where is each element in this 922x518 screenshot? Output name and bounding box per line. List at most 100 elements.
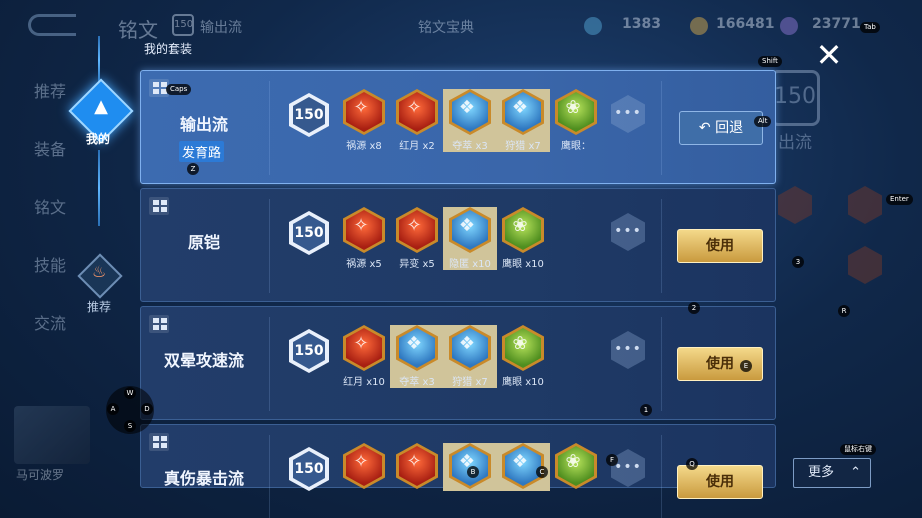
rune-slot[interactable]: ✧ — [390, 443, 444, 491]
bg-rune-icon — [848, 246, 882, 284]
red-rune-icon: ✧ — [396, 207, 438, 253]
rune-label: 红月 x2 — [399, 141, 435, 152]
bg-left-item-equipment: 装备 — [34, 140, 67, 159]
rune-slot[interactable]: ✧ — [337, 443, 391, 491]
rune-set-name: 双晕攻速流 — [163, 351, 244, 370]
rune-slot[interactable]: ✧ 祸源 x5 — [337, 207, 391, 270]
red-rune-icon: ✧ — [343, 325, 385, 371]
back-arrow-icon — [28, 14, 76, 36]
key-hint-1: 1 — [640, 404, 652, 416]
grid-icon[interactable] — [149, 315, 169, 333]
use-button[interactable]: 使用 — [677, 229, 763, 263]
lane-tag: 发育路 — [179, 141, 225, 162]
rune-slot[interactable]: ✧ 红月 x10 — [337, 325, 391, 388]
key-hint-r: R — [838, 305, 850, 317]
undo-icon: ↶ — [698, 120, 716, 136]
key-hint-f: F — [606, 454, 618, 466]
grid-icon[interactable] — [149, 197, 169, 215]
divider — [269, 317, 270, 411]
divider — [661, 435, 662, 518]
rune-slot[interactable]: ❀ — [549, 443, 603, 491]
background-topbar: 铭文 150 输出流 铭文宝典 1383 166481 23771 — [0, 0, 922, 44]
rune-slot[interactable]: ❖ 狩猎 x7 — [443, 325, 497, 388]
blue-rune-icon: ❖ — [449, 207, 491, 253]
more-runes-icon[interactable]: ••• — [611, 213, 645, 251]
revert-button[interactable]: ↶ 回退 — [679, 111, 763, 145]
blue-rune-icon: ❖ — [396, 325, 438, 371]
rune-label: 鹰眼 x10 — [502, 259, 544, 270]
key-hint-w: W — [124, 387, 136, 399]
rune-level-badge: 150 — [289, 447, 329, 491]
panel-title: 我的套装 — [144, 42, 193, 56]
more-runes-icon[interactable]: ••• — [611, 95, 645, 133]
more-runes-icon[interactable]: ••• — [611, 331, 645, 369]
rune-slot[interactable]: ❖ 夺萃 x3 — [443, 89, 497, 152]
rune-label: 祸源 x5 — [346, 259, 382, 270]
rune-set-name: 输出流 — [179, 115, 228, 134]
nav-tab-my-label: 我的 — [86, 132, 111, 146]
nav-line — [98, 36, 100, 84]
shirt-icon: ▲ — [94, 96, 108, 117]
red-rune-icon: ✧ — [396, 443, 438, 489]
key-hint-right-mouse: 鼠标右键 — [840, 444, 876, 455]
rune-label: 红月 x10 — [343, 377, 385, 388]
rune-set-card[interactable]: 输出流发育路 150 ✧ 祸源 x8 ✧ 红月 x2 ❖ 夺萃 x3 ❖ 狩猎 x7 ❀ 鹰眼： •••… — [140, 70, 776, 184]
bg-left-item-runes: 铭文 — [34, 198, 67, 217]
rune-level-value: 150 — [293, 333, 325, 369]
key-hint-enter: Enter — [886, 194, 913, 205]
rune-set-card[interactable]: 真伤暴击流 150 ✧ ✧ ❖ ❖ ❀ ••• 使用 — [140, 424, 776, 518]
background-subtitle: 输出流 — [200, 20, 242, 36]
green-rune-icon: ❀ — [555, 89, 597, 135]
rune-set-card[interactable]: 双晕攻速流 150 ✧ 红月 x10 ❖ 夺萃 x3 ❖ 狩猎 x7 ❀ 鹰眼 x10 ••• 使用 — [140, 306, 776, 420]
grid-icon[interactable] — [149, 433, 169, 451]
rune-set-card[interactable]: 原铠 150 ✧ 祸源 x5 ✧ 异变 x5 ❖ 隐匿 x10 ❀ 鹰眼 x10 ••• 使用 — [140, 188, 776, 302]
rune-slot[interactable]: ❖ 狩猎 x7 — [496, 89, 550, 152]
divider — [661, 81, 662, 175]
coupon-icon — [584, 17, 602, 35]
hero-portrait — [14, 406, 90, 464]
rune-level-value: 150 — [293, 451, 325, 487]
rune-slot[interactable]: ✧ 异变 x5 — [390, 207, 444, 270]
close-icon[interactable]: ✕ — [812, 39, 846, 74]
chevron-up-icon: ⌃ — [850, 465, 862, 480]
key-hint-tab: Tab — [860, 22, 880, 33]
use-button[interactable]: 使用 — [677, 465, 763, 499]
more-button[interactable]: 更多 ⌃ — [793, 458, 871, 488]
green-rune-icon: ❀ — [502, 325, 544, 371]
rune-slot[interactable]: ✧ 祸源 x8 — [337, 89, 391, 152]
key-hint-3: 3 — [792, 256, 804, 268]
key-hint-b: B — [467, 466, 479, 478]
blue-rune-icon: ❖ — [449, 89, 491, 135]
rune-slot[interactable]: ❖ 隐匿 x10 — [443, 207, 497, 270]
rune-slot[interactable]: ✧ 红月 x2 — [390, 89, 444, 152]
rune-level-value: 150 — [293, 97, 325, 133]
key-hint-shift: Shift — [758, 56, 782, 67]
rune-slot[interactable]: ❀ 鹰眼 x10 — [496, 207, 550, 270]
rune-label: 鹰眼 x10 — [502, 377, 544, 388]
divider — [661, 317, 662, 411]
green-rune-icon: ❀ — [555, 443, 597, 489]
rune-label: 祸源 x8 — [346, 141, 382, 152]
blue-rune-icon: ❖ — [449, 325, 491, 371]
bg-left-item-recommend: 推荐 — [34, 82, 67, 101]
rune-slot[interactable]: ❖ 夺萃 x3 — [390, 325, 444, 388]
key-hint-s: S — [124, 420, 136, 432]
key-hint-z: Z — [187, 163, 199, 175]
button-label: 回退 — [715, 120, 744, 136]
rune-label: 夺萃 x3 — [399, 377, 435, 388]
background-title: 铭文 — [118, 18, 158, 42]
currency3-value: 23771 — [812, 16, 861, 32]
rune-slot[interactable]: ❀ 鹰眼 x10 — [496, 325, 550, 388]
divider — [269, 81, 270, 175]
button-label: 使用 — [706, 474, 734, 490]
divider — [269, 199, 270, 293]
green-rune-icon: ❀ — [502, 207, 544, 253]
rune-label: 异变 x5 — [399, 259, 435, 270]
rune-slot[interactable]: ❀ 鹰眼： — [549, 89, 603, 152]
key-hint-d: D — [141, 403, 153, 415]
red-rune-icon: ✧ — [343, 443, 385, 489]
rune-level-badge: 150 — [289, 93, 329, 137]
key-hint-alt: Alt — [754, 116, 772, 127]
nav-tab-recommend-label: 推荐 — [87, 300, 112, 314]
bg-right-label: 出流 — [778, 133, 812, 153]
